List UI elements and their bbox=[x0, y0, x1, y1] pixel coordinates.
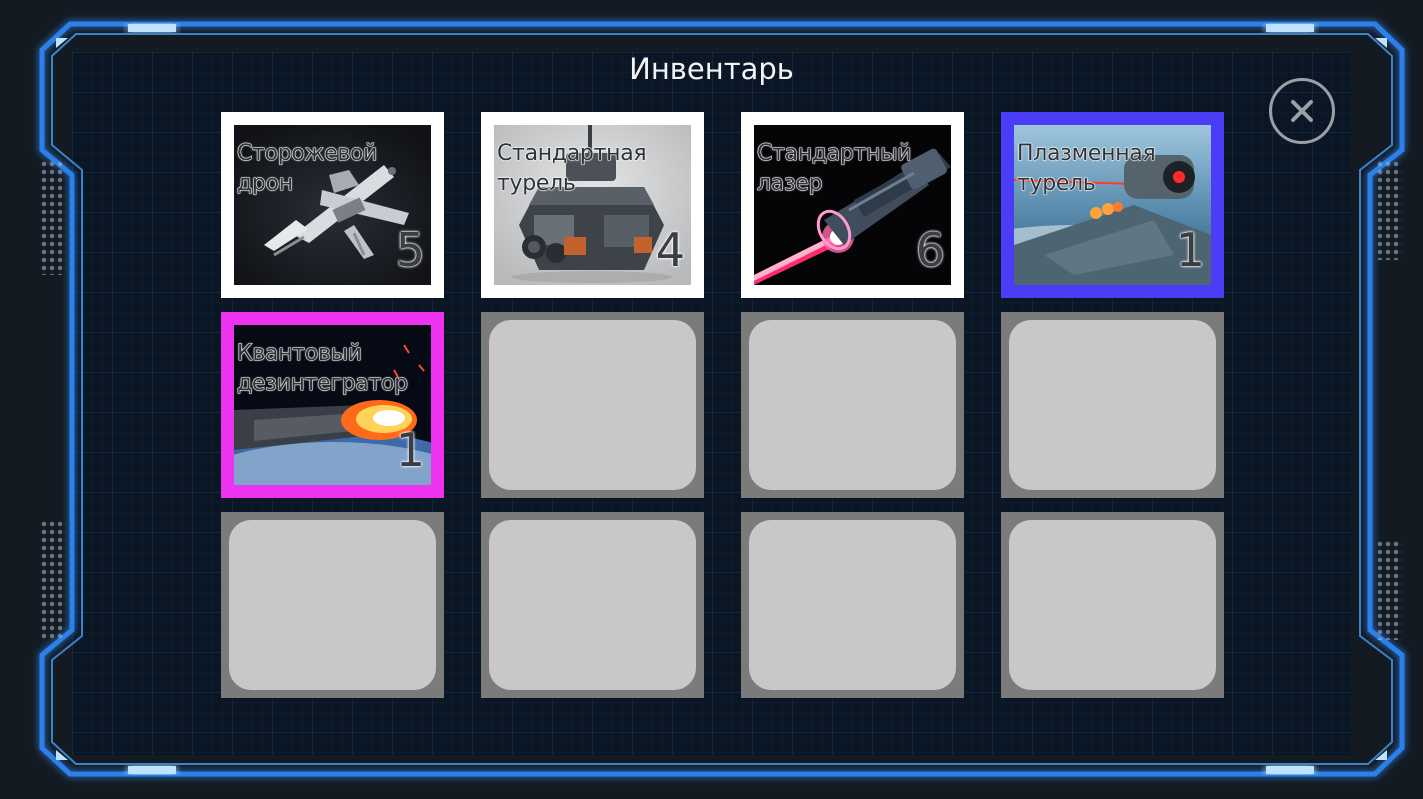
inventory-slot-empty[interactable] bbox=[741, 312, 964, 498]
inventory-slot-empty[interactable] bbox=[481, 512, 704, 698]
right-dots-bottom bbox=[1376, 540, 1402, 640]
item-count: 5 bbox=[395, 223, 425, 277]
inventory-slot[interactable]: Сторожевой дрон 5 bbox=[221, 112, 444, 298]
inventory-slot[interactable]: Стандартный лазер 6 bbox=[741, 112, 964, 298]
empty-slot-background bbox=[1009, 320, 1216, 490]
item-image: Стандартный лазер 6 bbox=[754, 125, 951, 285]
inventory-slot-empty[interactable] bbox=[1001, 312, 1224, 498]
item-count: 1 bbox=[1175, 223, 1205, 277]
item-name: Стандартная турель bbox=[497, 141, 648, 197]
item-name: Плазменная турель bbox=[1017, 141, 1157, 197]
item-name: Сторожевой дрон bbox=[237, 141, 378, 197]
item-count: 4 bbox=[655, 223, 685, 277]
item-image: Стандартная турель 4 bbox=[494, 125, 691, 285]
right-dots-top bbox=[1376, 160, 1402, 260]
left-dots-bottom bbox=[40, 520, 66, 640]
item-name: Стандартный лазер bbox=[757, 141, 913, 197]
empty-slot-background bbox=[489, 320, 696, 490]
empty-slot-background bbox=[1009, 520, 1216, 690]
left-dots-top bbox=[40, 160, 66, 275]
item-count: 6 bbox=[915, 223, 945, 277]
close-button[interactable] bbox=[1269, 78, 1335, 144]
inventory-slot[interactable]: Квантовый дезинтегратор 1 bbox=[221, 312, 444, 498]
item-image: Квантовый дезинтегратор 1 bbox=[234, 325, 431, 485]
window-title: Инвентарь bbox=[629, 52, 794, 86]
inventory-slot-empty[interactable] bbox=[1001, 512, 1224, 698]
inventory-slot[interactable]: Плазменная турель 1 bbox=[1001, 112, 1224, 298]
empty-slot-background bbox=[749, 520, 956, 690]
inventory-slot-empty[interactable] bbox=[221, 512, 444, 698]
item-image: Плазменная турель 1 bbox=[1014, 125, 1211, 285]
inventory-slot-empty[interactable] bbox=[481, 312, 704, 498]
item-count: 1 bbox=[395, 423, 425, 477]
inventory-slot[interactable]: Стандартная турель 4 bbox=[481, 112, 704, 298]
close-icon bbox=[1291, 100, 1313, 122]
item-image: Сторожевой дрон 5 bbox=[234, 125, 431, 285]
item-name: Квантовый дезинтегратор bbox=[237, 341, 409, 397]
empty-slot-background bbox=[489, 520, 696, 690]
inventory-slot-empty[interactable] bbox=[741, 512, 964, 698]
empty-slot-background bbox=[749, 320, 956, 490]
inventory-grid: Сторожевой дрон 5 Стандартная турель 4 Ста… bbox=[221, 112, 1224, 698]
empty-slot-background bbox=[229, 520, 436, 690]
